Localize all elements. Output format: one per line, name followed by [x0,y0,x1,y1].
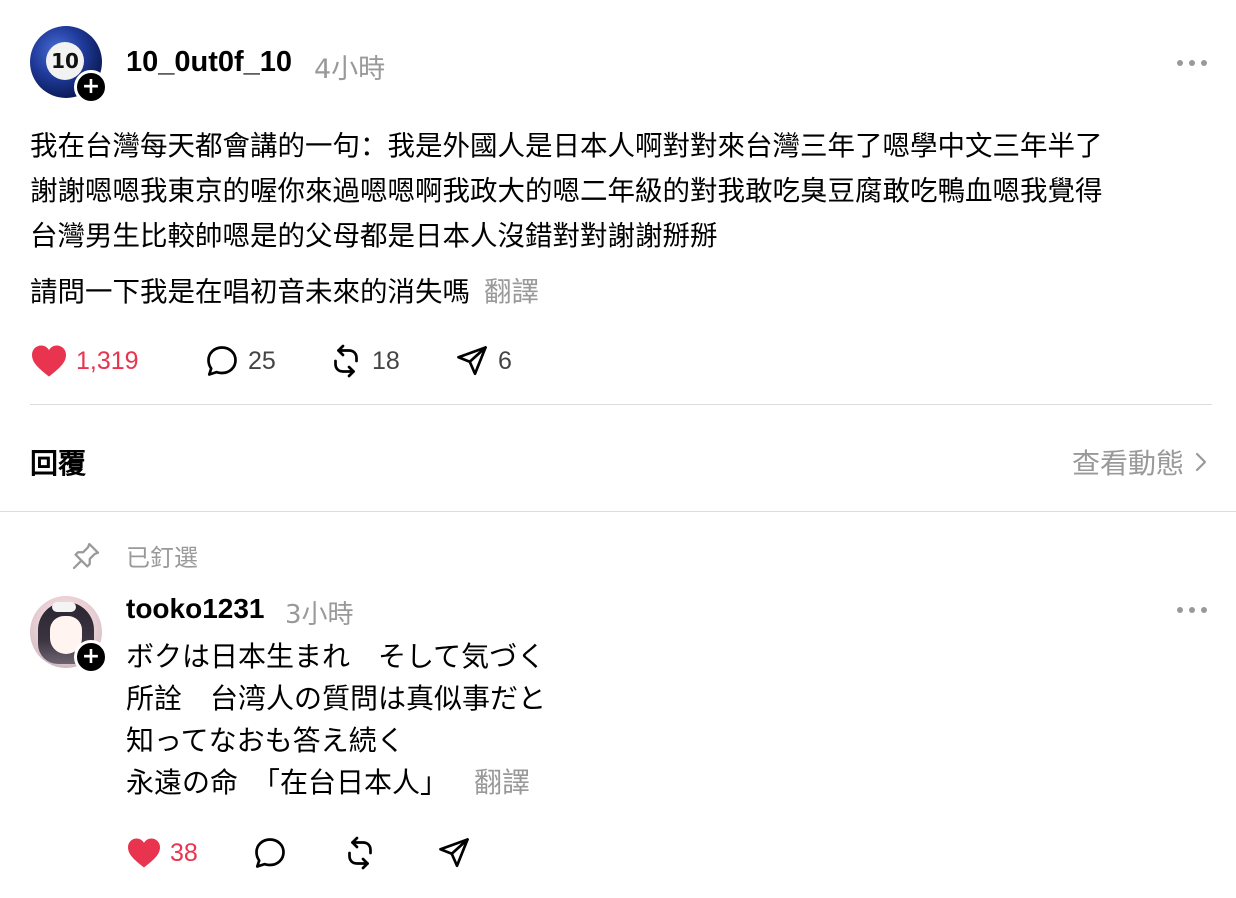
send-icon [439,838,469,868]
reply-username[interactable]: tooko1231 [126,593,265,625]
more-options-icon[interactable] [1177,607,1207,615]
share-count: 6 [498,346,512,375]
repost-icon [334,344,358,378]
view-activity-link[interactable]: 查看動態 [1072,442,1208,482]
pinned-label: 已釘選 [126,544,198,572]
post-question: 請問一下我是在唱初音未來的消失嗎 翻譯 [30,270,539,315]
post-time: 4小時 [314,54,386,85]
heart-filled-icon [32,345,66,377]
repost-count: 18 [372,346,400,375]
comment-icon [255,838,285,868]
divider [30,404,1212,405]
post-body-line: 謝謝嗯嗯我東京的喔你來過嗯嗯啊我政大的嗯二年級的對我敢吃臭豆腐敢吃鴨血嗯我覺得 [30,175,1103,207]
post-question-text: 請問一下我是在唱初音未來的消失嗎 [30,276,470,308]
reply-line: 永遠の命 「在台日本人」 翻譯 [126,762,546,804]
post-body-line: 我在台灣每天都會講的一句：我是外國人是日本人啊對對來台灣三年了嗯學中文三年半了 [30,130,1103,162]
repost-button[interactable]: 18 [328,341,400,381]
more-options-icon[interactable] [1177,60,1207,68]
reply-line: 知ってなおも答え続く [126,724,405,757]
reply-line: ボクは日本生まれ そして気づく [126,640,546,673]
comment-button[interactable]: 25 [204,341,276,381]
view-activity-label: 查看動態 [1071,447,1184,480]
repost-icon [348,836,372,870]
reply-line: 所詮 台湾人の質問は真似事だと [126,682,547,715]
like-button[interactable]: 1,319 [30,341,139,381]
comment-icon [207,346,237,376]
translate-link[interactable]: 翻譯 [484,276,539,308]
divider [0,511,1236,512]
reply-time: 3小時 [285,600,354,630]
reply-like-count: 38 [170,838,198,867]
chevron-right-icon [1195,452,1207,472]
replies-title: 回覆 [30,447,87,480]
post-body-line: 台灣男生比較帥嗯是的父母都是日本人沒錯對對謝謝掰掰 [30,220,718,252]
reply-share-button[interactable] [436,833,472,873]
reply-repost-button[interactable] [342,833,378,873]
heart-filled-icon [128,838,160,868]
translate-link[interactable]: 翻譯 [474,766,530,799]
comment-count: 25 [248,346,276,375]
reply-like-button[interactable]: 38 [126,833,198,873]
reply-avatar-wrap[interactable]: + [30,596,108,674]
follow-plus-icon[interactable]: + [74,640,108,674]
like-count: 1,319 [76,346,139,375]
post-username[interactable]: 10_0ut0f_10 [126,46,292,79]
follow-plus-icon[interactable]: + [74,70,108,104]
post-body: 我在台灣每天都會講的一句：我是外國人是日本人啊對對來台灣三年了嗯學中文三年半了 … [30,124,1103,259]
send-icon [457,346,487,376]
reply-comment-button[interactable] [252,833,288,873]
reply-last-line: 永遠の命 「在台日本人」 [126,766,449,799]
pinned-indicator: 已釘選 [70,538,198,573]
post-avatar-wrap[interactable]: 10 + [30,26,108,104]
reply-body: ボクは日本生まれ そして気づく 所詮 台湾人の質問は真似事だと 知ってなおも答え… [126,636,546,804]
share-button[interactable]: 6 [454,341,512,381]
pin-icon [72,542,100,569]
